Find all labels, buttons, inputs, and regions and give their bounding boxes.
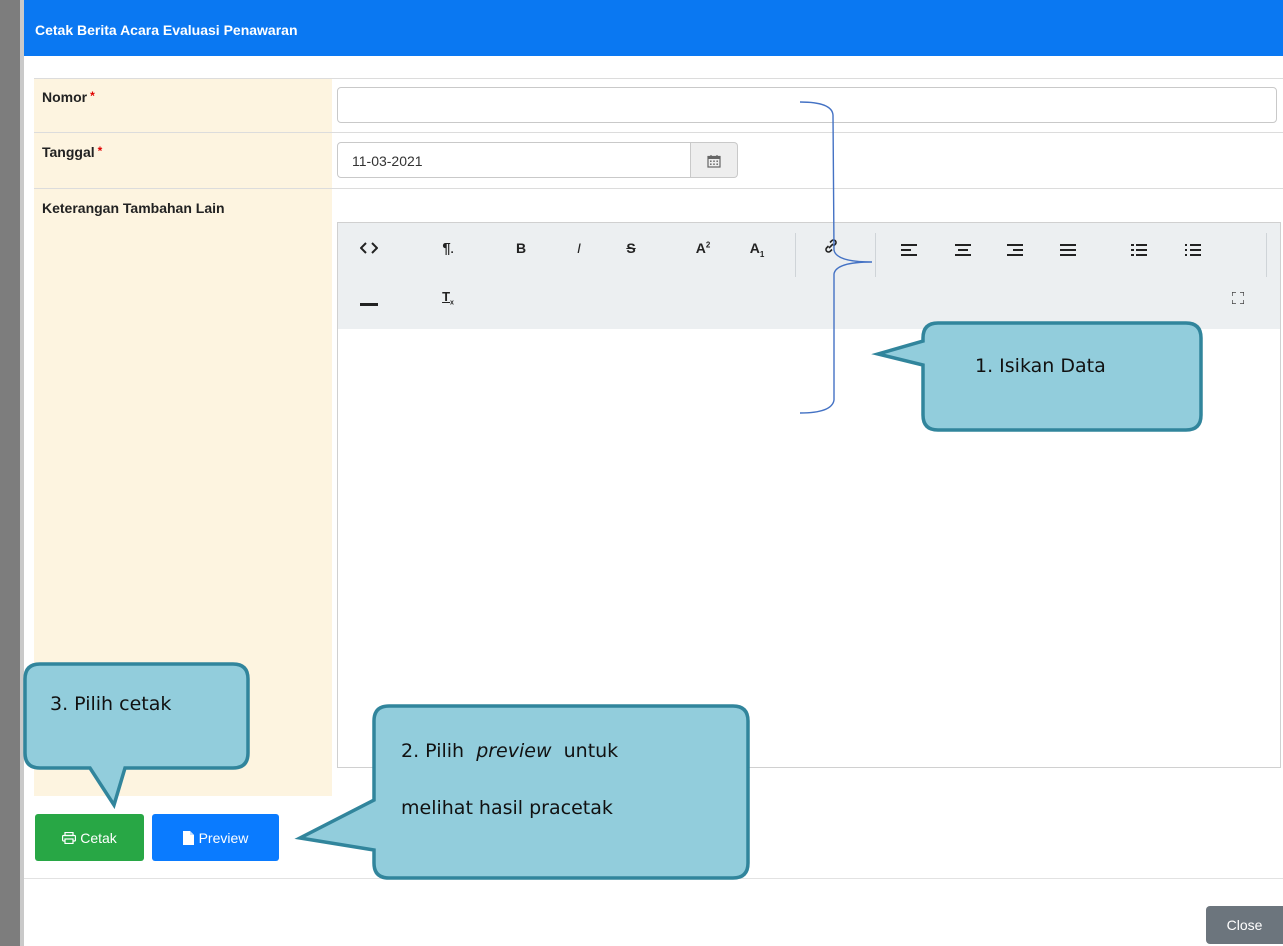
row-divider <box>34 78 1283 79</box>
code-view-icon[interactable] <box>354 241 384 258</box>
editor-content-area[interactable] <box>338 329 1280 767</box>
align-left-icon[interactable] <box>894 243 924 259</box>
tanggal-label-text: Tanggal <box>42 144 95 160</box>
bold-icon[interactable]: B <box>506 240 536 256</box>
toolbar-separator <box>875 233 876 277</box>
toolbar-separator <box>795 233 796 277</box>
paragraph-style-icon[interactable]: ¶․ <box>433 240 463 257</box>
align-justify-icon[interactable] <box>1053 243 1083 259</box>
numbered-list-icon[interactable] <box>1178 243 1208 259</box>
rich-text-editor: ¶․ B I S A2 A1 Tx <box>337 222 1281 768</box>
nomor-label-text: Nomor <box>42 89 88 105</box>
subscript-icon[interactable]: A1 <box>742 240 772 259</box>
bulleted-list-icon[interactable] <box>1124 243 1154 259</box>
close-button[interactable]: Close <box>1206 906 1283 944</box>
clear-formatting-icon[interactable]: Tx <box>433 289 463 307</box>
window-border <box>0 0 20 946</box>
screenshot-frame: Cetak Berita Acara Evaluasi Penawaran No… <box>0 0 1283 946</box>
required-mark: * <box>90 89 95 103</box>
callout-preview-emphasis: preview <box>476 740 552 762</box>
callout-preview-suffix: untuk <box>563 740 619 762</box>
editor-toolbar: ¶․ B I S A2 A1 Tx <box>338 223 1280 329</box>
tanggal-label: Tanggal * <box>42 144 102 160</box>
row-divider <box>34 132 1283 133</box>
superscript-icon[interactable]: A2 <box>688 240 718 256</box>
calendar-icon <box>707 155 721 168</box>
strikethrough-icon[interactable]: S <box>616 240 646 256</box>
print-modal: Cetak Berita Acara Evaluasi Penawaran No… <box>24 0 1283 946</box>
align-right-icon[interactable] <box>1000 243 1030 259</box>
preview-label: Preview <box>198 830 249 846</box>
file-icon <box>182 831 194 845</box>
label-column <box>34 79 332 796</box>
print-icon <box>62 831 77 845</box>
toolbar-separator <box>1266 233 1267 277</box>
callout-pilih-preview-line1: 2. Pilih preview untuk <box>401 740 618 762</box>
callout-pilih-cetak-text: 3. Pilih cetak <box>50 693 172 715</box>
footer-divider <box>24 878 1283 879</box>
align-center-icon[interactable] <box>948 243 978 259</box>
row-divider <box>34 188 1283 189</box>
required-mark: * <box>97 144 103 158</box>
cetak-label: Cetak <box>80 830 117 846</box>
fullscreen-icon[interactable] <box>1223 291 1253 307</box>
close-label: Close <box>1226 917 1263 933</box>
callout-pilih-preview-line2: melihat hasil pracetak <box>401 797 613 819</box>
preview-button[interactable]: Preview <box>152 814 279 861</box>
cetak-button[interactable]: Cetak <box>35 814 144 861</box>
modal-title: Cetak Berita Acara Evaluasi Penawaran <box>35 22 298 38</box>
callout-isikan-data-text: 1. Isikan Data <box>975 355 1106 377</box>
modal-header: Cetak Berita Acara Evaluasi Penawaran <box>24 0 1283 56</box>
callout-preview-prefix: 2. Pilih <box>401 740 465 762</box>
nomor-label: Nomor * <box>42 89 95 105</box>
keterangan-label: Keterangan Tambahan Lain <box>42 200 225 216</box>
italic-icon[interactable]: I <box>564 240 594 256</box>
calendar-button[interactable] <box>691 142 738 178</box>
nomor-input[interactable] <box>337 87 1277 123</box>
tanggal-input[interactable]: 11-03-2021 <box>337 142 691 178</box>
link-icon[interactable] <box>816 238 846 257</box>
horizontal-rule-icon[interactable] <box>354 295 384 311</box>
